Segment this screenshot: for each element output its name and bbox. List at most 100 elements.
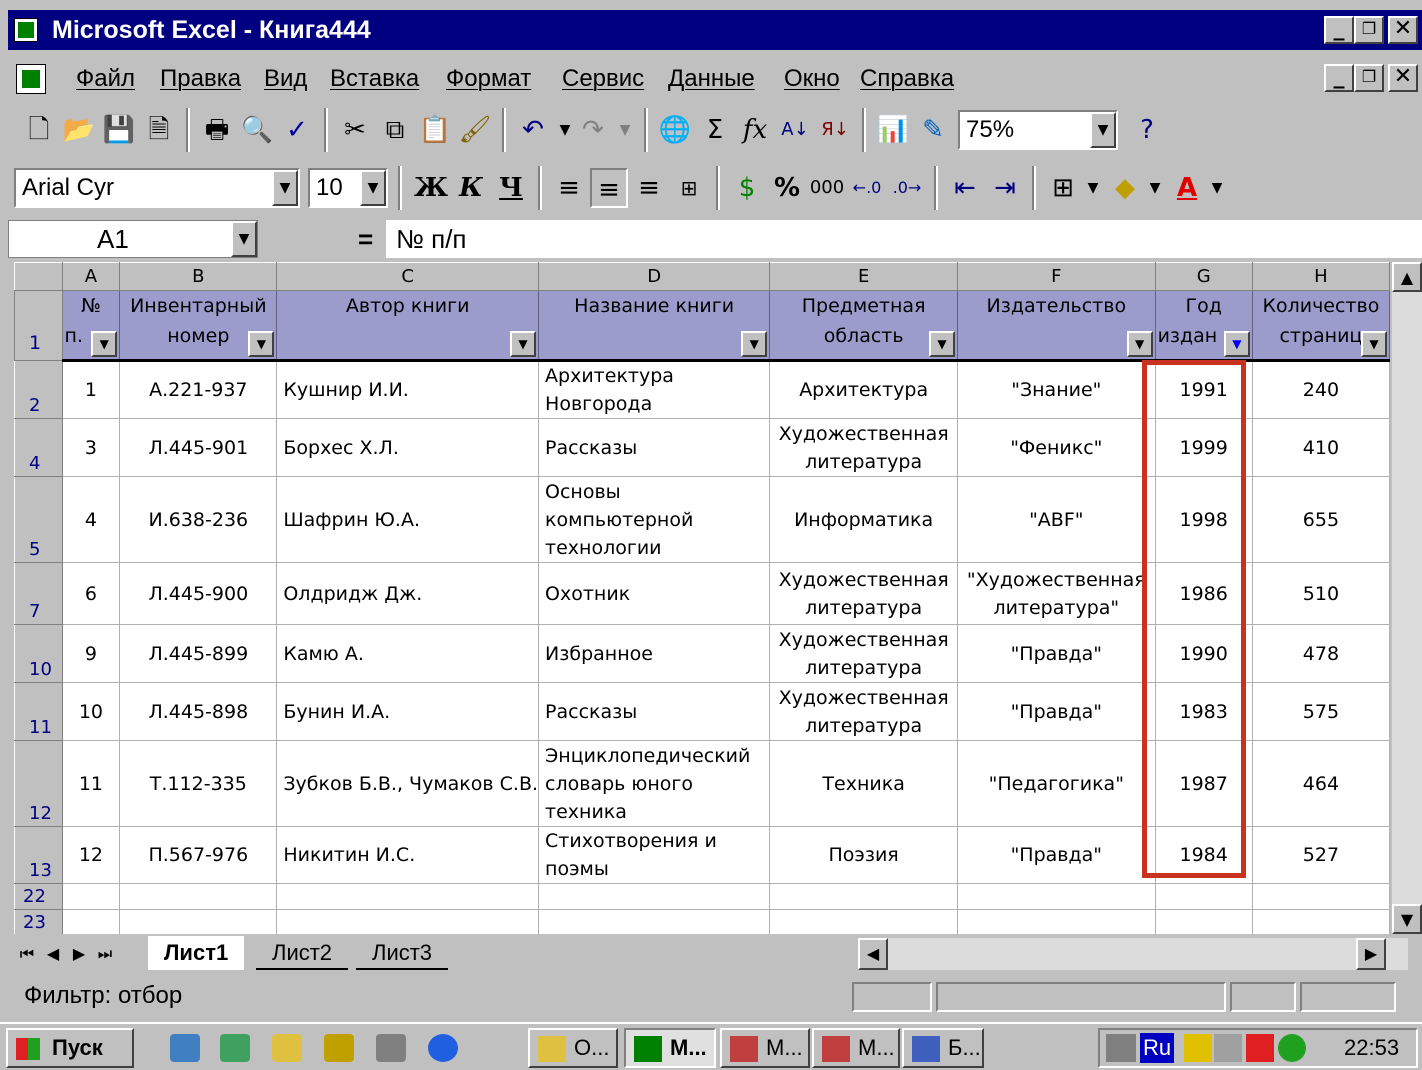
scroll-left-arrow-icon[interactable]: ◀ bbox=[858, 938, 888, 970]
scroll-up-arrow-icon[interactable]: ▲ bbox=[1392, 262, 1422, 292]
excel-app-icon[interactable] bbox=[14, 18, 38, 42]
row-header-1[interactable]: 1 bbox=[14, 290, 63, 361]
table-cell[interactable]: 9 bbox=[61, 624, 121, 683]
table-cell[interactable]: Л.445-899 bbox=[119, 624, 278, 683]
autofilter-dropdown-icon[interactable]: ▼ bbox=[741, 331, 768, 357]
clock[interactable]: 22:53 bbox=[1344, 1028, 1399, 1068]
keyboard-icon[interactable] bbox=[1106, 1034, 1136, 1062]
row-header[interactable]: 5 bbox=[14, 476, 63, 563]
row-header[interactable]: 2 bbox=[14, 360, 63, 419]
table-cell[interactable] bbox=[119, 883, 278, 910]
table-cell[interactable]: Избранное bbox=[538, 624, 771, 683]
equals-sign[interactable]: = bbox=[358, 218, 373, 260]
menu-tools[interactable]: Сервис bbox=[562, 56, 644, 102]
table-cell[interactable] bbox=[276, 909, 540, 934]
comma-style-button[interactable]: 000 bbox=[808, 168, 846, 208]
table-cell[interactable] bbox=[1154, 909, 1253, 934]
row-header[interactable]: 4 bbox=[14, 418, 63, 477]
autofilter-dropdown-icon[interactable]: ▼ bbox=[91, 331, 118, 357]
autofilter-dropdown-icon[interactable]: ▼ bbox=[248, 331, 275, 357]
underline-button[interactable]: Ч bbox=[492, 168, 530, 208]
task-button-excel[interactable]: М... bbox=[624, 1028, 716, 1068]
table-cell[interactable]: 10 bbox=[61, 682, 121, 741]
table-cell[interactable]: 3 bbox=[61, 418, 121, 477]
table-cell[interactable]: "Правда" bbox=[957, 682, 1156, 741]
office-assistant-icon[interactable]: ? bbox=[1128, 110, 1166, 150]
autosum-icon[interactable]: Σ bbox=[696, 110, 734, 150]
font-select[interactable]: Arial Cyr ▼ bbox=[14, 168, 300, 208]
name-box[interactable]: A1 ▼ bbox=[8, 220, 258, 258]
sort-ascending-icon[interactable]: A↓ bbox=[776, 110, 814, 150]
table-cell[interactable] bbox=[769, 883, 959, 910]
table-cell[interactable]: Камю А. bbox=[276, 624, 540, 683]
menu-insert[interactable]: Вставка bbox=[330, 56, 419, 102]
row-header[interactable]: 7 bbox=[14, 562, 63, 625]
col-header-a[interactable]: A bbox=[61, 262, 121, 291]
col-header-b[interactable]: B bbox=[119, 262, 278, 291]
table-cell[interactable] bbox=[1154, 883, 1253, 910]
table-cell[interactable]: Художественная литература bbox=[769, 682, 959, 741]
table-cell[interactable] bbox=[538, 883, 771, 910]
table-cell[interactable]: Информатика bbox=[769, 476, 959, 563]
autofilter-dropdown-icon[interactable]: ▼ bbox=[510, 331, 537, 357]
table-cell[interactable]: "Правда" bbox=[957, 624, 1156, 683]
open-icon[interactable]: 📂 bbox=[60, 110, 98, 150]
table-cell[interactable]: Борхес Х.Л. bbox=[276, 418, 540, 477]
table-cell[interactable] bbox=[538, 909, 771, 934]
table-cell[interactable]: Олдридж Дж. bbox=[276, 562, 540, 625]
task-button-3[interactable]: М... bbox=[720, 1028, 810, 1068]
row-header[interactable]: 13 bbox=[14, 826, 63, 884]
sort-descending-icon[interactable]: Я↓ bbox=[816, 110, 854, 150]
table-cell[interactable]: 478 bbox=[1251, 624, 1390, 683]
maximize-button[interactable]: ❐ bbox=[1354, 16, 1384, 44]
explorer-icon[interactable] bbox=[272, 1034, 302, 1062]
increase-decimal-icon[interactable]: ←.0 bbox=[848, 168, 886, 208]
percent-button[interactable]: % bbox=[768, 168, 806, 208]
table-cell[interactable]: Основы компьютерной технологии bbox=[538, 476, 771, 563]
table-cell[interactable] bbox=[957, 883, 1156, 910]
font-color-dropdown-icon[interactable]: ▼ bbox=[1198, 168, 1236, 208]
table-cell[interactable]: 464 bbox=[1251, 740, 1390, 827]
zoom-dropdown-icon[interactable]: ▼ bbox=[1090, 112, 1116, 148]
row-header[interactable]: 10 bbox=[14, 624, 63, 683]
col-header-d[interactable]: D bbox=[538, 262, 771, 291]
table-cell[interactable]: Архитектура Новгорода bbox=[538, 360, 771, 419]
table-cell[interactable]: Рассказы bbox=[538, 418, 771, 477]
table-cell[interactable]: "Педагогика" bbox=[957, 740, 1156, 827]
menu-format[interactable]: Формат bbox=[446, 56, 531, 102]
menu-view[interactable]: Вид bbox=[264, 56, 307, 102]
table-cell[interactable]: Л.445-901 bbox=[119, 418, 278, 477]
col-header-g[interactable]: G bbox=[1154, 262, 1253, 291]
name-box-dropdown-icon[interactable]: ▼ bbox=[231, 221, 257, 257]
menu-file[interactable]: Файл bbox=[76, 56, 135, 102]
header-cell[interactable]: Количество страниц ▼ bbox=[1251, 290, 1390, 362]
table-cell[interactable]: Т.112-335 bbox=[119, 740, 278, 827]
prev-sheet-icon[interactable]: ◀ bbox=[40, 940, 66, 968]
align-left-icon[interactable]: ≡ bbox=[550, 168, 588, 208]
col-header-f[interactable]: F bbox=[957, 262, 1156, 291]
workbook-icon[interactable] bbox=[16, 64, 46, 94]
drive-icon[interactable] bbox=[376, 1034, 406, 1062]
table-cell[interactable]: 11 bbox=[61, 740, 121, 827]
header-cell[interactable]: Предметная область ▼ bbox=[769, 290, 959, 362]
table-cell[interactable]: 527 bbox=[1251, 826, 1390, 884]
close-button[interactable]: ✕ bbox=[1388, 16, 1418, 44]
header-cell[interactable]: Автор книги ▼ bbox=[276, 290, 540, 362]
copy-icon[interactable]: ⧉ bbox=[376, 110, 414, 150]
last-sheet-icon[interactable]: ⏭ bbox=[92, 940, 118, 968]
sheet-tab-3[interactable]: Лист3 bbox=[356, 936, 449, 970]
font-dropdown-icon[interactable]: ▼ bbox=[272, 170, 298, 206]
table-cell[interactable]: Охотник bbox=[538, 562, 771, 625]
task-button-1[interactable]: О... bbox=[528, 1028, 618, 1068]
row-header[interactable]: 12 bbox=[14, 740, 63, 827]
power-icon[interactable] bbox=[1184, 1034, 1212, 1062]
table-cell[interactable]: А.221-937 bbox=[119, 360, 278, 419]
print-preview-icon[interactable]: 🔍 bbox=[238, 110, 276, 150]
sheet-tab-1[interactable]: Лист1 bbox=[148, 936, 245, 970]
align-center-icon[interactable]: ≡ bbox=[590, 168, 628, 208]
table-cell[interactable]: Энциклопедический словарь юного техника bbox=[538, 740, 771, 827]
col-header-h[interactable]: H bbox=[1251, 262, 1390, 291]
internet-explorer-icon[interactable] bbox=[428, 1034, 458, 1062]
table-cell[interactable]: "Художественная литература" bbox=[957, 562, 1156, 625]
table-cell[interactable]: Рассказы bbox=[538, 682, 771, 741]
